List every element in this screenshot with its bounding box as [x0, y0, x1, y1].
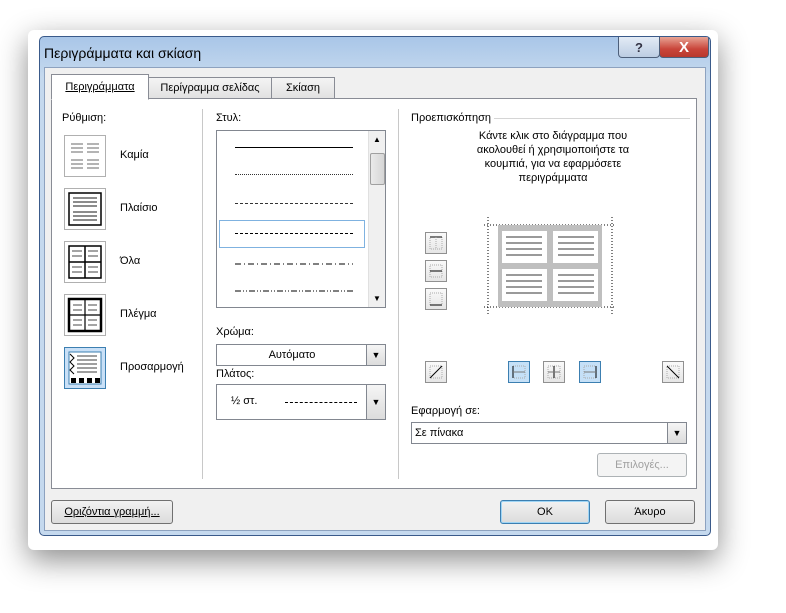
top-border-button[interactable] [425, 232, 447, 254]
scroll-thumb[interactable] [370, 153, 385, 185]
borders-and-shading-dialog: Περιγράμματα και σκίαση ? X Περιγράμματα… [39, 36, 711, 536]
ok-button[interactable]: OK [500, 500, 590, 524]
style-label: Στυλ: [216, 112, 242, 124]
chevron-down-icon[interactable]: ▼ [366, 385, 385, 419]
help-button[interactable]: ? [618, 37, 660, 58]
style-scrollbar[interactable]: ▲ ▼ [368, 131, 385, 307]
style-listbox[interactable]: ▲ ▼ [216, 130, 386, 308]
apply-to-value: Σε πίνακα [415, 427, 464, 439]
inside-horizontal-border-button[interactable] [425, 260, 447, 282]
setting-none-label[interactable]: Καμία [120, 149, 149, 161]
dialog-client-area: Περιγράμματα Περίγραμμα σελίδας Σκίαση Ρ… [44, 67, 706, 531]
tab-shading[interactable]: Σκίαση [271, 77, 335, 99]
setting-box-label[interactable]: Πλαίσιο [120, 202, 157, 214]
color-label: Χρώμα: [216, 326, 254, 338]
dialog-title: Περιγράμματα και σκίαση [44, 45, 202, 61]
horizontal-line-button[interactable]: Οριζόντια γραμμή... [51, 500, 173, 524]
setting-none-icon[interactable] [64, 135, 106, 177]
width-label: Πλάτος: [216, 368, 255, 380]
apply-to-label: Εφαρμογή σε: [411, 405, 480, 417]
color-combo[interactable]: Αυτόματο ▼ [216, 344, 386, 366]
setting-all-label[interactable]: Όλα [120, 255, 140, 267]
left-border-button[interactable] [508, 361, 530, 383]
preview-instructions: Κάντε κλικ στο διάγραμμα που ακολουθεί ή… [476, 130, 630, 184]
diagonal-down-border-button[interactable] [425, 361, 447, 383]
tab-borders-label: Περιγράμματα [65, 81, 135, 93]
borders-panel: Ρύθμιση: Καμία Πλαίσιο Όλα Πλέγμα Προσαρ… [51, 98, 697, 489]
width-combo[interactable]: ½ στ. ▼ [216, 384, 386, 420]
right-divider [398, 109, 399, 479]
options-button[interactable]: Επιλογές... [597, 453, 687, 477]
cancel-button[interactable]: Άκυρο [605, 500, 695, 524]
width-value: ½ στ. [231, 395, 258, 407]
tab-page-border[interactable]: Περίγραμμα σελίδας [148, 77, 272, 99]
tab-page-border-label: Περίγραμμα σελίδας [160, 82, 260, 94]
style-dash-line[interactable] [235, 233, 353, 234]
right-border-button[interactable] [579, 361, 601, 383]
close-button[interactable]: X [659, 37, 709, 58]
diagonal-up-border-button[interactable] [662, 361, 684, 383]
style-small-dash-line[interactable] [235, 203, 353, 204]
setting-custom-icon[interactable] [64, 347, 106, 389]
setting-grid-label[interactable]: Πλέγμα [120, 308, 157, 320]
preview-diagram[interactable] [484, 217, 616, 315]
setting-label: Ρύθμιση: [62, 112, 107, 124]
tab-borders[interactable]: Περιγράμματα [51, 74, 149, 100]
tab-shading-label: Σκίαση [285, 82, 320, 94]
scroll-up-icon[interactable]: ▲ [373, 135, 381, 144]
setting-grid-icon[interactable] [64, 294, 106, 336]
setting-box-icon[interactable] [64, 188, 106, 230]
title-bar[interactable]: Περιγράμματα και σκίαση ? X [40, 37, 710, 67]
horizontal-line-button-label: Οριζόντια γραμμή... [64, 506, 160, 518]
chevron-down-icon[interactable]: ▼ [366, 345, 385, 365]
preview-separator [494, 118, 690, 119]
left-divider [202, 109, 203, 479]
style-solid-line[interactable] [235, 147, 353, 148]
color-value: Αυτόματο [268, 349, 316, 361]
width-line-sample [285, 402, 357, 403]
chevron-down-icon[interactable]: ▼ [667, 423, 686, 443]
setting-all-icon[interactable] [64, 241, 106, 283]
style-selected-item[interactable] [219, 220, 365, 248]
inside-vertical-border-button[interactable] [543, 361, 565, 383]
preview-label: Προεπισκόπηση [411, 112, 491, 124]
bottom-border-button[interactable] [425, 288, 447, 310]
setting-custom-label[interactable]: Προσαρμογή [120, 361, 184, 373]
style-dotted-line[interactable] [235, 174, 353, 175]
scroll-down-icon[interactable]: ▼ [373, 294, 381, 303]
apply-to-combo[interactable]: Σε πίνακα ▼ [411, 422, 687, 444]
